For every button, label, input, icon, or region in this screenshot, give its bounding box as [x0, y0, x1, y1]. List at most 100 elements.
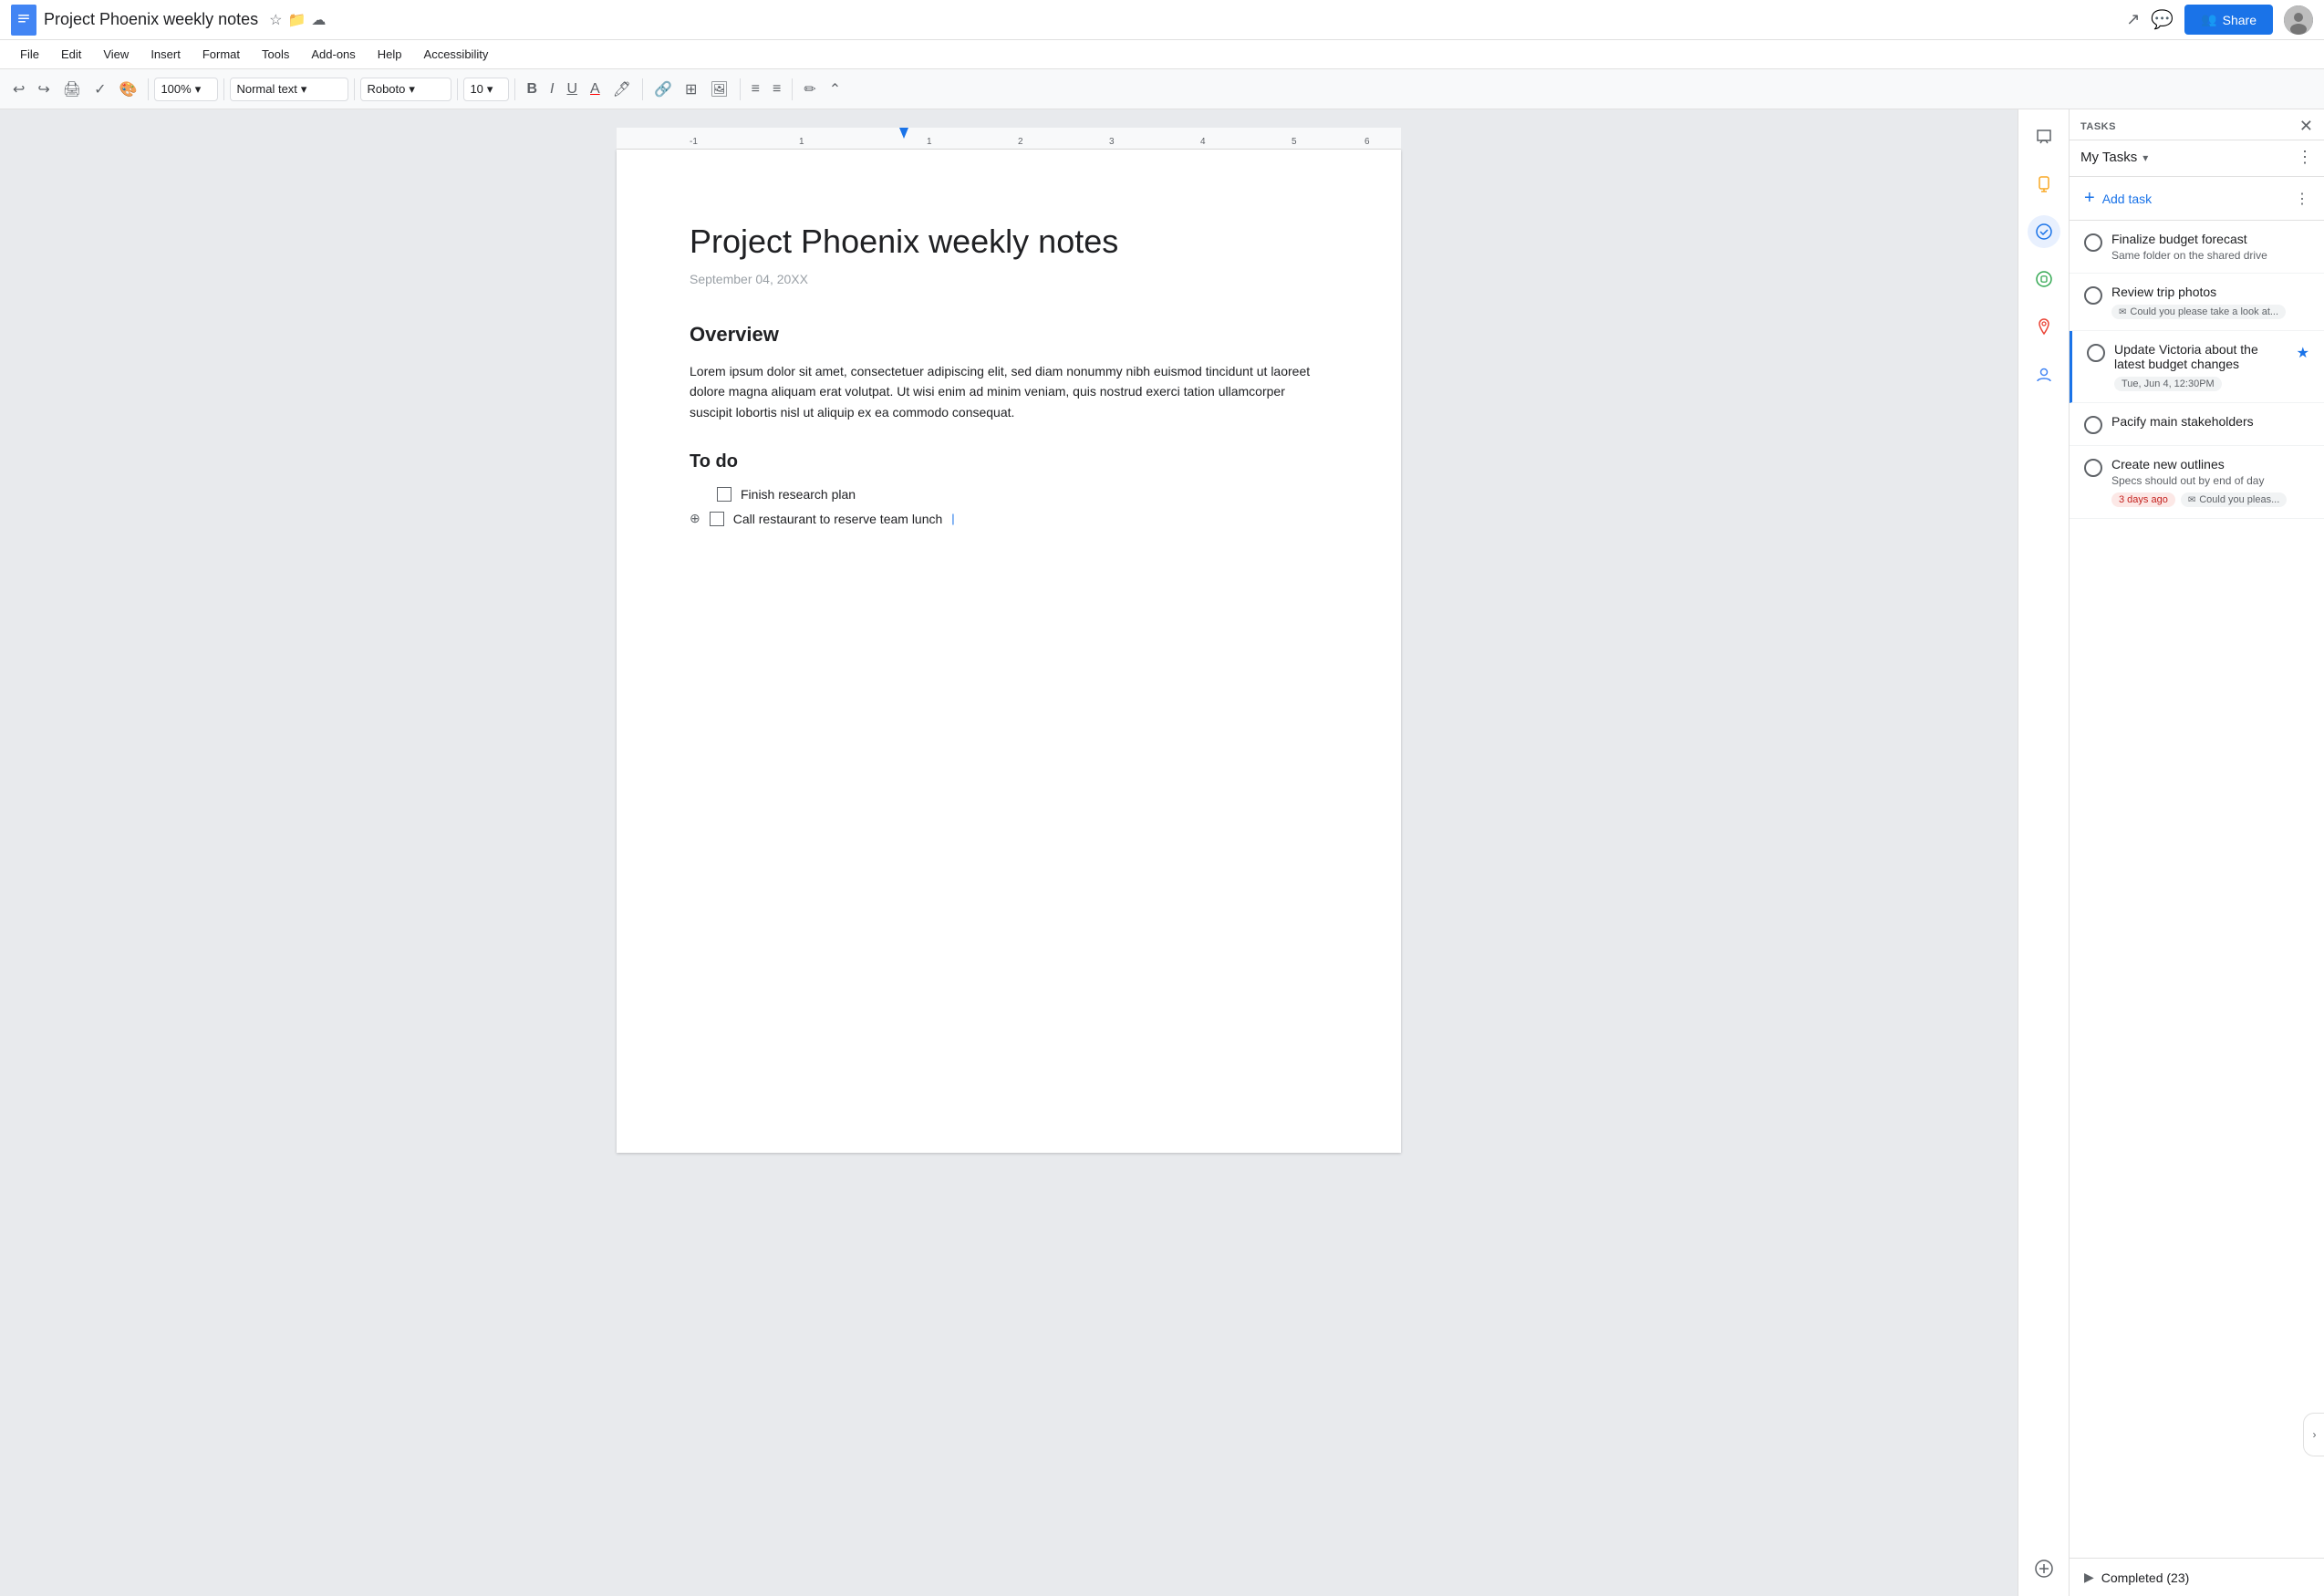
image-button[interactable]: 🖼 — [704, 77, 733, 102]
add-task-icon: + — [2084, 188, 2095, 209]
toolbar-sep-4 — [457, 78, 458, 100]
task-circle-1[interactable] — [2084, 233, 2102, 252]
menu-addons[interactable]: Add-ons — [302, 44, 364, 65]
task-title-4: Pacify main stakeholders — [2111, 414, 2309, 429]
todo-item-1: Finish research plan — [690, 487, 1328, 502]
todo-heading: To do — [690, 451, 1328, 472]
task-item-3[interactable]: Update Victoria about the latest budget … — [2070, 331, 2324, 403]
todo-text-1: Finish research plan — [741, 487, 856, 502]
menu-view[interactable]: View — [94, 44, 138, 65]
task-circle-4[interactable] — [2084, 416, 2102, 434]
toolbar-sep-2 — [223, 78, 224, 100]
zoom-select[interactable]: 100% ▾ — [154, 78, 218, 101]
redo-button[interactable]: ↪ — [32, 77, 55, 102]
folder-icon[interactable]: 📁 — [287, 11, 306, 29]
maps-icon-btn[interactable] — [2028, 310, 2060, 343]
share-icon: 👥 — [2201, 12, 2216, 27]
paint-format-button[interactable]: 🎨 — [114, 77, 143, 102]
comment-icon[interactable]: 💬 — [2151, 8, 2174, 31]
collapse-toolbar-button[interactable]: ⌃ — [824, 77, 846, 102]
font-dropdown-icon: ▾ — [409, 82, 415, 97]
menu-help[interactable]: Help — [368, 44, 411, 65]
task-item-5[interactable]: Create new outlines Specs should out by … — [2070, 446, 2324, 519]
task-item-4[interactable]: Pacify main stakeholders — [2070, 403, 2324, 446]
collapse-sidebar-button[interactable]: › — [2303, 1413, 2324, 1456]
comment-insert-button[interactable]: ⊞ — [680, 77, 702, 102]
menu-format[interactable]: Format — [193, 44, 249, 65]
task-title-3: Update Victoria about the latest budget … — [2114, 342, 2288, 371]
add-task-row[interactable]: + Add task ⋮ — [2070, 177, 2324, 221]
menu-edit[interactable]: Edit — [52, 44, 90, 65]
print-button[interactable]: 🖨 — [57, 77, 87, 102]
align-left-button[interactable]: ≡ — [746, 78, 765, 101]
undo-button[interactable]: ↩ — [7, 77, 30, 102]
task-content-3: Update Victoria about the latest budget … — [2114, 342, 2288, 391]
font-select[interactable]: Roboto ▾ — [360, 78, 451, 101]
style-select[interactable]: Normal text ▾ — [230, 78, 348, 101]
email-icon-2: ✉ — [2119, 307, 2126, 317]
contacts-icon-btn[interactable] — [2028, 358, 2060, 390]
completed-label: Completed (23) — [2101, 1570, 2190, 1585]
overview-body: Lorem ipsum dolor sit amet, consectetuer… — [690, 361, 1328, 422]
link-button[interactable]: 🔗 — [648, 77, 678, 102]
document-title: Project Phoenix weekly notes — [44, 10, 258, 29]
completed-row[interactable]: ▶ Completed (23) — [2070, 1559, 2324, 1596]
task-item-1[interactable]: Finalize budget forecast Same folder on … — [2070, 221, 2324, 274]
tasks-more-button[interactable]: ⋮ — [2297, 148, 2313, 167]
menu-file[interactable]: File — [11, 44, 48, 65]
keep-icon-btn[interactable] — [2028, 168, 2060, 201]
menu-accessibility[interactable]: Accessibility — [415, 44, 498, 65]
cloud-icon[interactable]: ☁ — [311, 11, 326, 29]
email-icon-5: ✉ — [2188, 495, 2195, 505]
task-days-5: 3 days ago — [2111, 492, 2175, 507]
task-content-4: Pacify main stakeholders — [2111, 414, 2309, 434]
task-title-1: Finalize budget forecast — [2111, 232, 2309, 246]
task-circle-3[interactable] — [2087, 344, 2105, 362]
more-formats-button[interactable]: ✏ — [798, 77, 821, 102]
task-email-2: ✉ Could you please take a look at... — [2111, 305, 2286, 319]
add-sidebar-btn[interactable] — [2028, 1552, 2060, 1585]
chat-icon-btn[interactable] — [2028, 120, 2060, 153]
task-star-3[interactable]: ★ — [2297, 344, 2309, 391]
toolbar-sep-1 — [148, 78, 149, 100]
menu-bar: File Edit View Insert Format Tools Add-o… — [0, 40, 2324, 69]
ruler-marker — [899, 128, 908, 139]
document-page[interactable]: Project Phoenix weekly notes September 0… — [617, 150, 1401, 1153]
zoom-dropdown-icon: ▾ — [195, 82, 202, 97]
font-color-button[interactable]: A — [585, 78, 606, 101]
share-button[interactable]: 👥 Share — [2184, 5, 2273, 35]
close-tasks-button[interactable]: ✕ — [2299, 117, 2313, 136]
task-subtitle-1: Same folder on the shared drive — [2111, 249, 2309, 262]
add-task-more[interactable]: ⋮ — [2295, 190, 2309, 208]
size-select[interactable]: 10 ▾ — [463, 78, 509, 101]
star-icon[interactable]: ☆ — [269, 11, 282, 29]
spellcheck-button[interactable]: ✓ — [88, 77, 111, 102]
meet-icon-btn[interactable] — [2028, 263, 2060, 295]
align-center-button[interactable]: ≡ — [767, 78, 786, 101]
trend-icon[interactable]: ↗ — [2126, 10, 2140, 29]
task-item-2[interactable]: Review trip photos ✉ Could you please ta… — [2070, 274, 2324, 331]
my-tasks-dropdown[interactable]: My Tasks ▾ — [2080, 150, 2148, 165]
todo-checkbox-2[interactable] — [710, 512, 724, 526]
page-title: Project Phoenix weekly notes — [690, 223, 1328, 261]
todo-checkbox-1[interactable] — [717, 487, 731, 502]
task-title-2: Review trip photos — [2111, 285, 2309, 299]
style-dropdown-icon: ▾ — [301, 82, 307, 97]
menu-tools[interactable]: Tools — [253, 44, 298, 65]
task-circle-5[interactable] — [2084, 459, 2102, 477]
ruler-mark-2: 2 — [1018, 137, 1023, 147]
size-dropdown-icon: ▾ — [487, 82, 493, 97]
bold-button[interactable]: B — [521, 78, 543, 101]
ruler-mark-neg1: -1 — [690, 137, 698, 147]
completed-section: › ▶ Completed (23) — [2070, 1558, 2324, 1596]
user-avatar[interactable] — [2284, 5, 2313, 35]
italic-button[interactable]: I — [545, 78, 559, 101]
task-content-5: Create new outlines Specs should out by … — [2111, 457, 2309, 507]
task-meta-3: Tue, Jun 4, 12:30PM — [2114, 377, 2288, 391]
menu-insert[interactable]: Insert — [141, 44, 190, 65]
underline-button[interactable]: U — [561, 78, 583, 101]
task-circle-2[interactable] — [2084, 286, 2102, 305]
highlight-button[interactable]: 🖊 — [607, 77, 637, 102]
tasks-icon-btn[interactable] — [2028, 215, 2060, 248]
toolbar-sep-8 — [792, 78, 793, 100]
